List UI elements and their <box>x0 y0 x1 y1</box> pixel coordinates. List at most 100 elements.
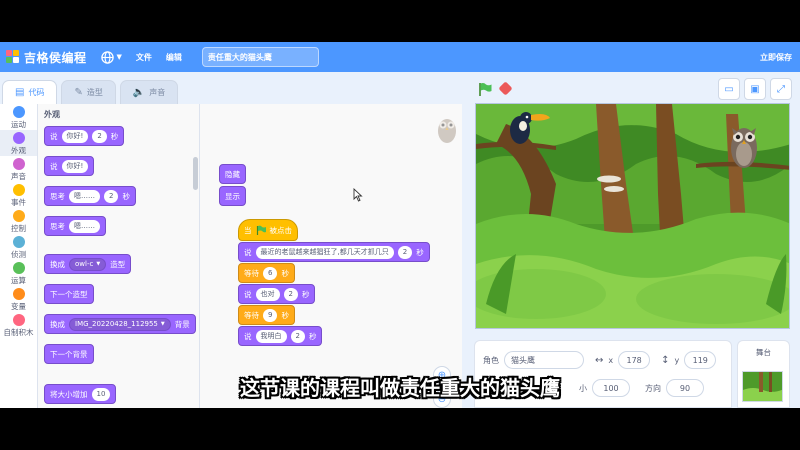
think-for-secs-block[interactable]: 思考 嗯…… 2 秒 <box>44 186 136 206</box>
scripts-area[interactable]: 隐藏 显示 当 被点击 说 最近的老鼠越来越猖狂了,都几天才抓几只 2 秒 等待… <box>200 104 462 408</box>
costume-dropdown[interactable]: owl-c ▼ <box>69 257 107 271</box>
green-flag-icon <box>256 225 266 235</box>
category-sensing[interactable]: 侦测 <box>0 234 37 260</box>
backdrop-dropdown[interactable]: IMG_20220428_112955 ▼ <box>69 317 171 331</box>
logo-icon <box>6 50 22 64</box>
tab-costumes-label: 造型 <box>86 88 103 97</box>
category-sound[interactable]: 声音 <box>0 156 37 182</box>
category-label: 运动 <box>11 120 26 129</box>
x-input[interactable]: 178 <box>618 351 651 369</box>
block-label: 说 <box>244 331 252 341</box>
sprite-name-input[interactable]: 猫头鹰 <box>504 351 584 369</box>
block-number-input[interactable]: 6 <box>263 266 278 280</box>
category-variables[interactable]: 变量 <box>0 286 37 312</box>
tab-sounds[interactable]: 🔈 声音 <box>119 80 179 104</box>
tab-code[interactable]: ▤ 代码 <box>2 80 58 104</box>
dropdown-value: owl-c <box>75 260 94 268</box>
block-unit: 秒 <box>301 289 310 299</box>
save-now-button[interactable]: 立即保存 <box>760 52 792 63</box>
block-text-input[interactable]: 你好! <box>61 159 89 173</box>
switch-backdrop-block[interactable]: 换成 IMG_20220428_112955 ▼ 背景 <box>44 314 196 334</box>
block-suffix: 背景 <box>174 319 190 329</box>
wait-block[interactable]: 等待 6 秒 <box>238 263 295 283</box>
fullscreen-button[interactable]: ⤢ <box>770 78 792 100</box>
show-block[interactable]: 显示 <box>219 186 246 206</box>
category-motion[interactable]: 运动 <box>0 104 37 130</box>
sound-dot-icon <box>12 158 25 170</box>
file-menu[interactable]: 文件 <box>136 52 152 63</box>
looks-dot-icon <box>12 132 25 144</box>
motion-dot-icon <box>12 106 25 118</box>
tab-sounds-label: 声音 <box>149 88 166 97</box>
chevron-down-icon: ▼ <box>116 53 122 61</box>
next-costume-block[interactable]: 下一个造型 <box>44 284 94 304</box>
block-number-input[interactable]: 2 <box>92 129 107 143</box>
block-label: 换成 <box>50 259 65 269</box>
large-stage-button[interactable]: ▣ <box>744 78 766 100</box>
wait-block[interactable]: 等待 9 秒 <box>238 305 295 325</box>
block-text-input[interactable]: 也对 <box>255 287 280 301</box>
block-number-input[interactable]: 9 <box>263 308 278 322</box>
small-stage-button[interactable]: ▭ <box>718 78 740 100</box>
next-backdrop-block[interactable]: 下一个背景 <box>44 344 94 364</box>
operators-dot-icon <box>12 262 25 274</box>
when-flag-clicked-block[interactable]: 当 被点击 <box>238 219 298 241</box>
category-my-blocks[interactable]: 自制积木 <box>0 312 37 338</box>
block-label: 说 <box>50 131 58 141</box>
say-block[interactable]: 说 你好! <box>44 156 95 176</box>
category-operators[interactable]: 运算 <box>0 260 37 286</box>
block-label: 说 <box>244 247 252 257</box>
palette-section-title: 外观 <box>44 110 60 119</box>
block-label: 显示 <box>225 191 240 201</box>
category-events[interactable]: 事件 <box>0 182 37 208</box>
category-label: 运算 <box>11 276 26 285</box>
stage-canvas[interactable] <box>475 103 790 329</box>
scratch-editor: 吉格侯编程 ▼ 文件 编辑 责任重大的猫头鹰 立即保存 ▤ 代码 ✎ 造型 🔈 … <box>0 42 800 408</box>
block-text-input[interactable]: 我明白 <box>255 329 287 343</box>
think-block[interactable]: 思考 嗯…… <box>44 216 106 236</box>
globe-icon <box>100 50 114 64</box>
category-control[interactable]: 控制 <box>0 208 37 234</box>
category-label: 控制 <box>11 224 26 233</box>
block-text-input[interactable]: 最近的老鼠越来越猖狂了,都几天才抓几只 <box>255 245 394 259</box>
stop-button[interactable] <box>498 81 513 96</box>
y-arrow-icon: ↕ <box>661 354 670 366</box>
jungle-backdrop <box>476 104 789 328</box>
fullscreen-icon: ⤢ <box>777 83 785 95</box>
block-label: 说 <box>50 161 58 171</box>
stage-header: ▭ ▣ ⤢ <box>472 78 794 100</box>
block-number-input[interactable]: 2 <box>290 329 305 343</box>
block-unit: 秒 <box>281 310 289 320</box>
y-input[interactable]: 119 <box>684 351 717 369</box>
say-for-secs-block[interactable]: 说 你好! 2 秒 <box>44 126 125 146</box>
category-label: 变量 <box>11 302 26 311</box>
category-looks[interactable]: 外观 <box>0 130 37 156</box>
mouse-cursor-icon <box>353 188 363 202</box>
block-number-input[interactable]: 2 <box>397 245 413 259</box>
block-label: 等待 <box>244 268 259 278</box>
block-number-input[interactable]: 2 <box>104 189 119 203</box>
tab-costumes[interactable]: ✎ 造型 <box>61 80 116 104</box>
my-blocks-dot-icon <box>12 314 25 326</box>
block-label: 换成 <box>50 319 65 329</box>
hide-block[interactable]: 隐藏 <box>219 164 246 184</box>
edit-menu[interactable]: 编辑 <box>166 52 182 63</box>
category-menu: 运动 外观 声音 事件 控制 侦测 运算 变量 自制积木 <box>0 104 38 408</box>
green-flag-button[interactable] <box>478 82 492 96</box>
palette-scrollbar[interactable] <box>193 157 198 190</box>
small-stage-icon: ▭ <box>724 83 734 95</box>
chevron-down-icon: ▼ <box>160 321 165 327</box>
project-title-input[interactable]: 责任重大的猫头鹰 <box>201 47 319 67</box>
say-for-secs-block[interactable]: 说 我明白 2 秒 <box>238 326 323 346</box>
language-menu[interactable]: ▼ <box>100 50 122 64</box>
block-text-input[interactable]: 你好! <box>61 129 89 143</box>
block-text-input[interactable]: 嗯…… <box>69 189 100 203</box>
block-label: 思考 <box>50 221 65 231</box>
logo[interactable]: 吉格侯编程 <box>6 49 87 66</box>
block-number-input[interactable]: 2 <box>283 287 298 301</box>
chevron-down-icon: ▼ <box>96 261 101 267</box>
block-text-input[interactable]: 嗯…… <box>69 219 100 233</box>
switch-costume-block[interactable]: 换成 owl-c ▼ 造型 <box>44 254 132 274</box>
say-for-secs-block[interactable]: 说 最近的老鼠越来越猖狂了,都几天才抓几只 2 秒 <box>238 242 430 262</box>
say-for-secs-block[interactable]: 说 也对 2 秒 <box>238 284 316 304</box>
